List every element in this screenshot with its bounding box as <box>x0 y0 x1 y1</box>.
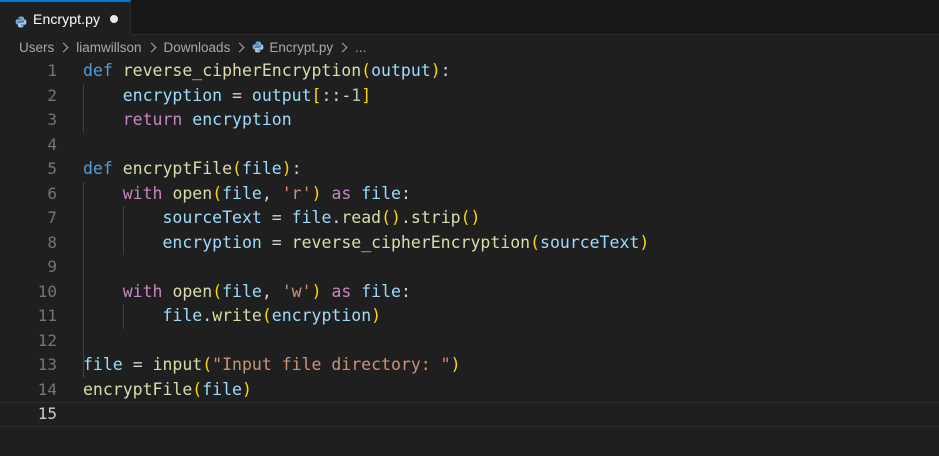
breadcrumb-item-downloads[interactable]: Downloads <box>164 40 231 55</box>
line-number: 10 <box>37 281 57 301</box>
chevron-right-icon <box>337 42 348 52</box>
line-number: 11 <box>37 306 57 325</box>
breadcrumb-file-label: Encrypt.py <box>269 39 334 55</box>
code-line[interactable]: 11 file.write(encryption) <box>0 304 939 329</box>
code-text: encryption = output[::-1] <box>122 85 372 105</box>
line-number: 15 <box>37 404 57 423</box>
code-line[interactable]: 6 with open(file, 'r') as file: <box>0 182 939 207</box>
code-editor[interactable]: 1 def reverse_cipherEncryption(output): 2 … <box>0 59 939 456</box>
code-line[interactable]: 2 encryption = output[::-1] <box>0 84 939 109</box>
line-number: 2 <box>47 85 57 105</box>
code-text: encryptFile(file) <box>83 379 252 399</box>
line-number: 5 <box>47 159 57 178</box>
code-line[interactable]: 14 encryptFile(file) <box>0 378 939 403</box>
breadcrumb: Users liamwillson Downloads Encrypt.py .… <box>19 36 366 58</box>
code-line[interactable]: 4 <box>0 133 939 158</box>
code-text: return encryption <box>122 110 292 129</box>
breadcrumb-item-file[interactable]: Encrypt.py <box>252 40 333 55</box>
unsaved-dot-icon[interactable] <box>110 15 118 23</box>
line-number: 3 <box>47 110 57 129</box>
code-line[interactable]: 13 file = input("Input file directory: ") <box>0 353 939 378</box>
code-text: with open(file, 'r') as file: <box>122 183 411 203</box>
code-line[interactable]: 1 def reverse_cipherEncryption(output): <box>0 59 939 84</box>
line-number: 12 <box>37 330 57 350</box>
line-number: 13 <box>37 355 57 374</box>
chevron-right-icon <box>58 42 69 52</box>
code-text: def reverse_cipherEncryption(output): <box>83 61 451 80</box>
line-number: 9 <box>47 257 57 276</box>
code-line[interactable]: 8 encryption = reverse_cipherEncryption(… <box>0 231 939 256</box>
breadcrumb-item-liamwillson[interactable]: liamwillson <box>76 40 141 55</box>
code-text: file.write(encryption) <box>162 306 382 325</box>
code-line[interactable]: 10 with open(file, 'w') as file: <box>0 280 939 305</box>
code-line[interactable]: 15 <box>0 402 939 427</box>
chevron-right-icon <box>146 42 156 52</box>
chevron-right-icon <box>234 42 245 52</box>
code-text: with open(file, 'w') as file: <box>122 281 411 301</box>
tab-label: Encrypt.py <box>33 10 101 27</box>
code-line[interactable]: 7 sourceText = file.read().strip() <box>0 206 939 231</box>
python-icon <box>252 41 264 53</box>
line-number: 7 <box>47 208 57 227</box>
tab-encrypt-py[interactable]: Encrypt.py <box>0 0 131 35</box>
line-number: 8 <box>47 232 57 252</box>
line-number: 1 <box>47 61 57 80</box>
line-number: 4 <box>47 134 57 154</box>
code-text: sourceText = file.read().strip() <box>162 208 481 227</box>
line-number: 14 <box>37 379 57 399</box>
code-line[interactable]: 3 return encryption <box>0 108 939 133</box>
breadcrumb-item-users[interactable]: Users <box>19 40 54 55</box>
tab-bar: Encrypt.py <box>0 0 939 35</box>
code-text: encryption = reverse_cipherEncryption(so… <box>162 232 650 252</box>
breadcrumb-item-symbols[interactable]: ... <box>355 40 366 55</box>
python-icon <box>15 13 27 27</box>
line-number: 6 <box>47 183 57 203</box>
code-text: def encryptFile(file): <box>83 159 302 178</box>
code-line[interactable]: 5 def encryptFile(file): <box>0 157 939 182</box>
code-line[interactable]: 12 <box>0 329 939 354</box>
code-line[interactable]: 9 <box>0 255 939 280</box>
code-text: file = input("Input file directory: ") <box>83 355 461 374</box>
